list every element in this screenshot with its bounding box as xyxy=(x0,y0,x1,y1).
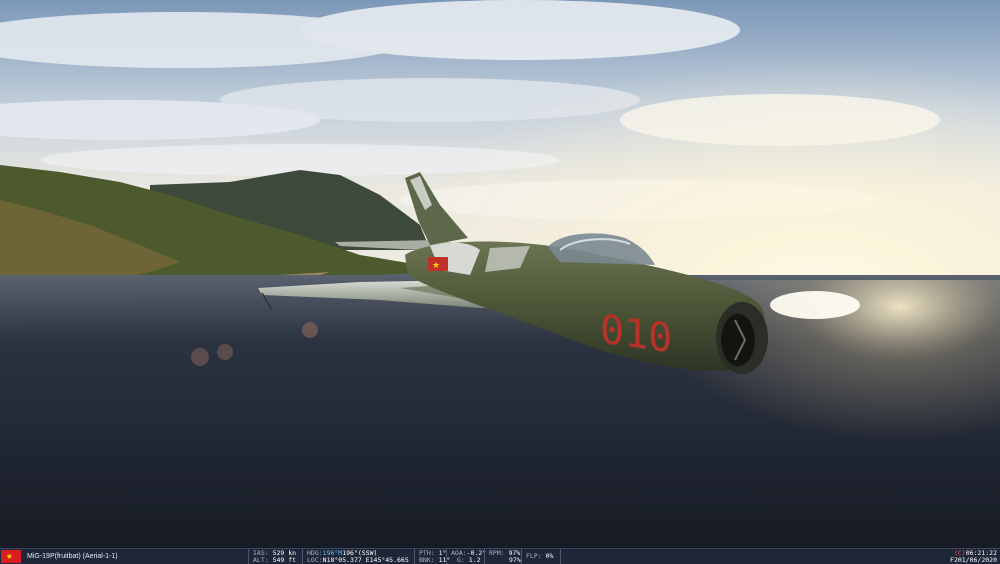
g-value: 1.2 xyxy=(468,555,481,564)
heading-location-cell: HDG:196°M196°(SSW) LOC:N18°05.377 E145°4… xyxy=(302,549,414,564)
loc-label: LOC: xyxy=(307,555,323,564)
flp-value: 0% xyxy=(545,552,554,560)
alt-value: 549 ft xyxy=(272,555,297,564)
vietnam-flag-icon: ★ xyxy=(1,549,21,563)
date-value: F201/06/2020 xyxy=(950,555,997,564)
speed-altitude-cell: IAS: 529 kn ALT: 549 ft xyxy=(248,549,300,564)
svg-text:★: ★ xyxy=(432,261,440,271)
g-label: G: xyxy=(457,555,465,564)
flaps-cell: FLP: 0% xyxy=(521,549,561,564)
pitch-bank-cell: PTH: 1° BNK: 11° xyxy=(414,549,450,564)
alt-label: ALT: xyxy=(253,555,269,564)
hud-status-bar: ★ MiG-19P(fruitbat) (Aerial-1-1) IAS: 52… xyxy=(0,548,1000,564)
rpm-cell: RPM: 97% 97% xyxy=(484,549,521,564)
game-scene: ★ 010 xyxy=(0,0,1000,548)
mission-date: F201/06/2020 xyxy=(950,555,997,564)
aoa-g-cell: AOA:-0.2° G: 1.2 xyxy=(446,549,486,564)
flp-label: FLP: xyxy=(526,552,542,560)
unit-name: MiG-19P(fruitbat) (Aerial-1-1) xyxy=(27,553,118,560)
bnk-label: BNK: xyxy=(419,555,435,564)
sun-icon xyxy=(770,291,860,319)
loc-value: N18°05.377 E145°45.665 xyxy=(322,555,409,564)
rpm-label: RPM: xyxy=(489,548,505,557)
rpm-value-2: 97% xyxy=(509,555,521,564)
